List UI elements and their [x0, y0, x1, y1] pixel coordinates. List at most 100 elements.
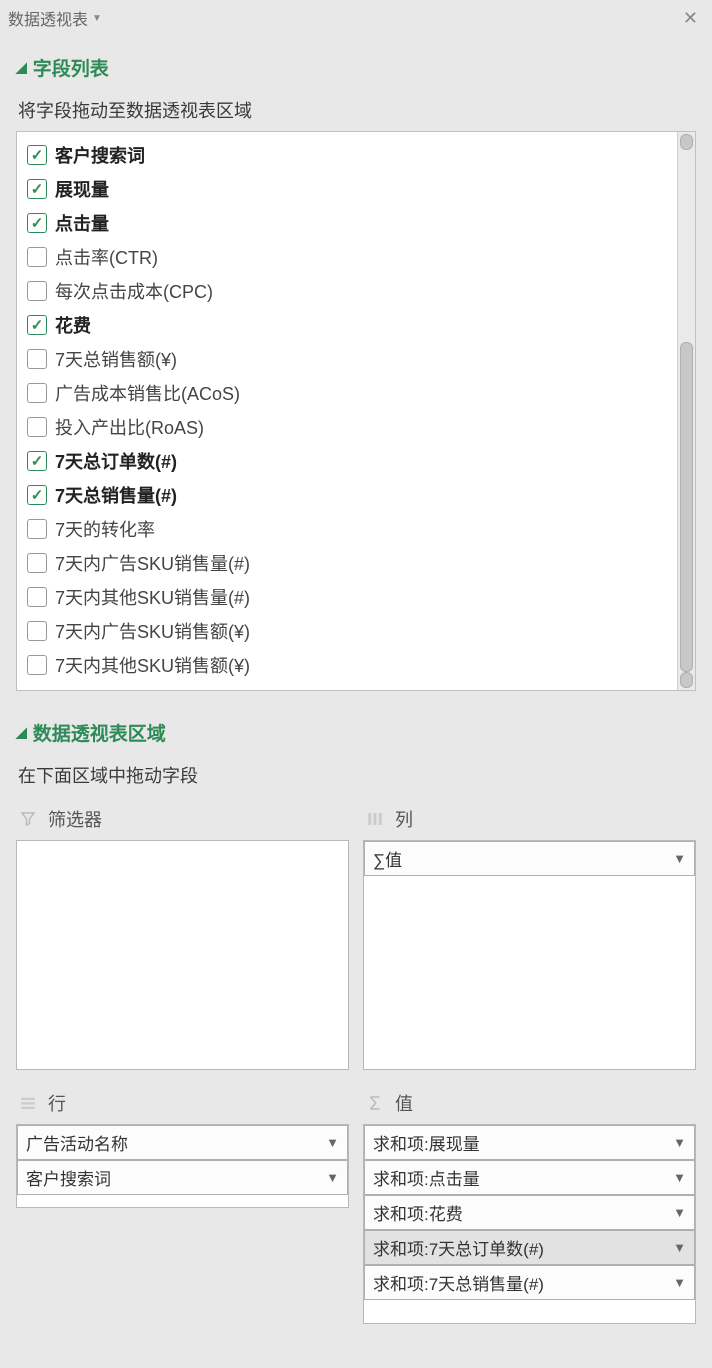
field-checkbox[interactable] — [27, 519, 47, 539]
field-label: 7天总销售额(¥) — [55, 346, 177, 372]
pivot-field-label: 求和项:点击量 — [373, 1165, 480, 1190]
filters-dropzone[interactable] — [16, 840, 349, 1070]
field-row[interactable]: 点击率(CTR) — [21, 240, 691, 274]
columns-dropzone[interactable]: ∑值 ▼ — [363, 840, 696, 1070]
pivot-field-item[interactable]: 求和项:7天总订单数(#) ▼ — [364, 1230, 695, 1265]
chevron-down-icon[interactable]: ▼ — [673, 1135, 686, 1150]
field-label: 7天内其他SKU销售额(¥) — [55, 652, 250, 678]
field-label: 投入产出比(RoAS) — [55, 414, 204, 440]
collapse-icon: ◢ — [16, 724, 27, 741]
area-filters-label: 筛选器 — [48, 806, 102, 832]
field-checkbox[interactable] — [27, 621, 47, 641]
pivot-field-item[interactable]: 求和项:花费▼ — [364, 1195, 695, 1230]
pivot-areas-grid: 筛选器 列 ∑值▼ 行 广告活动名称▼客户搜索词▼ 值 求和项 — [0, 800, 712, 1324]
pivot-field-item[interactable]: 广告活动名称▼ — [17, 1125, 348, 1160]
field-label: 客户搜索词 — [55, 142, 145, 168]
field-checkbox[interactable] — [27, 587, 47, 607]
pivot-field-item[interactable]: 求和项:7天总销售量(#) ▼ — [364, 1265, 695, 1300]
field-checkbox[interactable] — [27, 553, 47, 573]
field-row[interactable]: 广告成本销售比(ACoS) — [21, 376, 691, 410]
area-columns-head: 列 — [363, 800, 696, 840]
field-label: 7天总订单数(#) — [55, 448, 177, 474]
rows-dropzone[interactable]: 广告活动名称▼客户搜索词▼ — [16, 1124, 349, 1208]
field-label: 点击率(CTR) — [55, 244, 158, 270]
chevron-down-icon[interactable]: ▼ — [326, 1135, 339, 1150]
scrollbar-arrow-down-icon[interactable] — [680, 672, 693, 688]
sigma-icon — [365, 1093, 385, 1113]
field-checkbox[interactable] — [27, 281, 47, 301]
field-row[interactable]: 7天的转化率 — [21, 512, 691, 546]
field-checkbox[interactable] — [27, 655, 47, 675]
chevron-down-icon[interactable]: ▼ — [673, 851, 686, 866]
field-row[interactable]: 7天总销售额(¥) — [21, 342, 691, 376]
pivot-field-label: 求和项:7天总订单数(#) — [373, 1235, 544, 1260]
panel-title-wrap[interactable]: 数据透视表 ▼ — [8, 6, 102, 30]
pivot-field-item[interactable]: 客户搜索词▼ — [17, 1160, 348, 1195]
field-checkbox[interactable] — [27, 315, 47, 335]
field-checkbox[interactable] — [27, 145, 47, 165]
field-row[interactable]: 7天内广告SKU销售额(¥) — [21, 614, 691, 648]
pivot-field-label: ∑值 — [373, 846, 402, 871]
field-list-instruction: 将字段拖动至数据透视表区域 — [16, 89, 696, 131]
field-checkbox[interactable] — [27, 179, 47, 199]
field-checkbox[interactable] — [27, 349, 47, 369]
area-columns: 列 ∑值 ▼ — [363, 800, 696, 1070]
field-row[interactable]: 7天总销售量(#) — [21, 478, 691, 512]
field-row[interactable]: 客户搜索词 — [21, 138, 691, 172]
section-title: 数据透视表区域 — [33, 719, 166, 746]
field-row[interactable]: 7天总订单数(#) — [21, 444, 691, 478]
field-label: 花费 — [55, 312, 91, 338]
field-label: 7天的转化率 — [55, 516, 155, 542]
field-label: 7天内其他SKU销售量(#) — [55, 584, 250, 610]
pivot-field-item[interactable]: 求和项:点击量 ▼ — [364, 1160, 695, 1195]
close-icon[interactable]: ✕ — [683, 8, 698, 29]
area-values: 值 求和项:展现量▼求和项:点击量▼求和项:花费▼求和项:7天总订单数(#)▼求… — [363, 1084, 696, 1324]
chevron-down-icon[interactable]: ▼ — [673, 1275, 686, 1290]
pivot-area-section: ◢ 数据透视表区域 在下面区域中拖动字段 — [0, 701, 712, 800]
area-rows: 行 广告活动名称▼客户搜索词▼ — [16, 1084, 349, 1324]
area-filters: 筛选器 — [16, 800, 349, 1070]
field-list-box: 客户搜索词展现量点击量点击率(CTR) 每次点击成本(CPC) 花费 7天总销售额(¥… — [16, 131, 696, 691]
chevron-down-icon[interactable]: ▼ — [673, 1170, 686, 1185]
scrollbar-thumb[interactable] — [680, 342, 693, 672]
field-checkbox[interactable] — [27, 247, 47, 267]
chevron-down-icon[interactable]: ▼ — [673, 1240, 686, 1255]
section-header-areas[interactable]: ◢ 数据透视表区域 — [16, 701, 696, 754]
field-label: 7天内广告SKU销售额(¥) — [55, 618, 250, 644]
area-values-head: 值 — [363, 1084, 696, 1124]
field-row[interactable]: 展现量 — [21, 172, 691, 206]
field-checkbox[interactable] — [27, 417, 47, 437]
collapse-icon: ◢ — [16, 59, 27, 76]
rows-icon — [18, 1093, 38, 1113]
chevron-down-icon[interactable]: ▼ — [673, 1205, 686, 1220]
field-row[interactable]: 花费 — [21, 308, 691, 342]
chevron-down-icon: ▼ — [92, 13, 102, 24]
pivot-field-label: 求和项:展现量 — [373, 1130, 480, 1155]
field-row[interactable]: 点击量 — [21, 206, 691, 240]
pivot-field-label: 求和项:7天总销售量(#) — [373, 1270, 544, 1295]
area-filters-head: 筛选器 — [16, 800, 349, 840]
field-row[interactable]: 每次点击成本(CPC) — [21, 274, 691, 308]
values-dropzone[interactable]: 求和项:展现量▼求和项:点击量▼求和项:花费▼求和项:7天总订单数(#)▼求和项… — [363, 1124, 696, 1324]
field-checkbox[interactable] — [27, 383, 47, 403]
field-row[interactable]: 投入产出比(RoAS) — [21, 410, 691, 444]
field-label: 点击量 — [55, 210, 109, 236]
scrollbar-arrow-up-icon[interactable] — [680, 134, 693, 150]
field-checkbox[interactable] — [27, 213, 47, 233]
field-row[interactable]: 7天内其他SKU销售额(¥) — [21, 648, 691, 682]
section-header-fieldlist[interactable]: ◢ 字段列表 — [16, 36, 696, 89]
field-checkbox[interactable] — [27, 451, 47, 471]
area-values-label: 值 — [395, 1090, 413, 1116]
section-title: 字段列表 — [33, 54, 109, 81]
scrollbar[interactable] — [677, 132, 695, 690]
field-row[interactable]: 7天内其他SKU销售量(#) — [21, 580, 691, 614]
pivot-field-item[interactable]: ∑值 ▼ — [364, 841, 695, 876]
field-row[interactable]: 7天内广告SKU销售量(#) — [21, 546, 691, 580]
panel-title: 数据透视表 — [8, 6, 88, 30]
field-label: 每次点击成本(CPC) — [55, 278, 213, 304]
area-rows-label: 行 — [48, 1090, 66, 1116]
field-checkbox[interactable] — [27, 485, 47, 505]
pivot-field-item[interactable]: 求和项:展现量 ▼ — [364, 1125, 695, 1160]
filter-icon — [18, 809, 38, 829]
chevron-down-icon[interactable]: ▼ — [326, 1170, 339, 1185]
